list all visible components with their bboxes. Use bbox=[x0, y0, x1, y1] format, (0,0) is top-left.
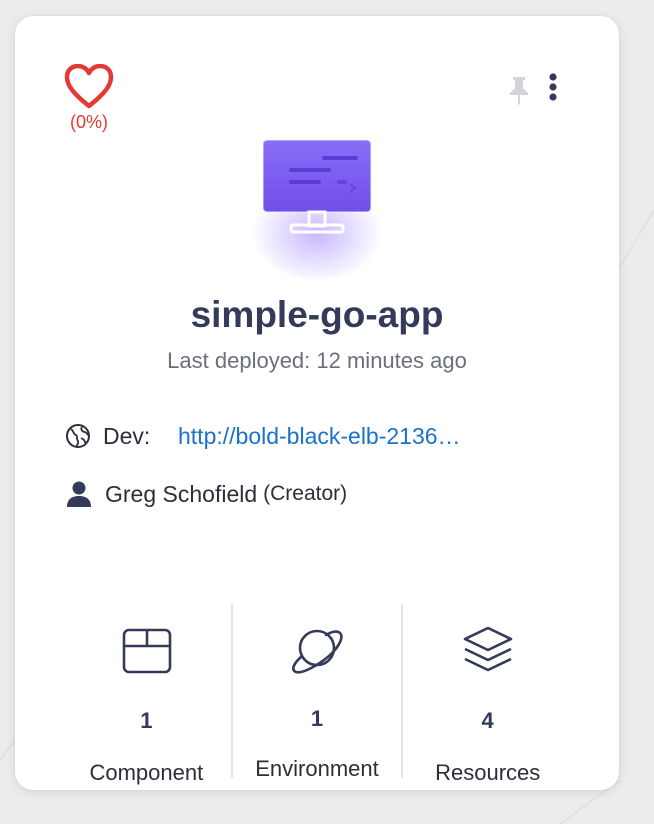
environment-count: 1 bbox=[310, 706, 324, 731]
resource-label: Resources bbox=[435, 760, 541, 785]
pin-icon[interactable] bbox=[505, 74, 533, 106]
heart-icon bbox=[64, 64, 114, 109]
creator-name: Greg Schofield bbox=[105, 480, 258, 507]
last-deployed-text: Last deployed: 12 minutes ago bbox=[167, 348, 467, 373]
component-count: 1 bbox=[140, 708, 153, 733]
health-percent: (0%) bbox=[69, 112, 108, 132]
resource-count: 4 bbox=[481, 708, 494, 733]
environment-row: Dev: http://bold-black-elb-2136… bbox=[65, 421, 585, 451]
stats-row: 1 Component 1 Environment 4 Resources bbox=[62, 604, 572, 785]
health-indicator: (0%) bbox=[61, 64, 117, 133]
globe-icon bbox=[66, 424, 90, 448]
environment-name: Dev: bbox=[103, 422, 151, 449]
stat-environments[interactable]: 1 Environment bbox=[230, 604, 402, 781]
box-icon bbox=[123, 628, 172, 674]
more-options-icon[interactable] bbox=[542, 72, 564, 104]
creator-role: (Creator) bbox=[263, 482, 348, 505]
application-card[interactable]: (0%) simple-go-app Last deployed: 12 min… bbox=[15, 16, 619, 790]
stat-components[interactable]: 1 Component bbox=[62, 604, 231, 785]
environment-url-link[interactable]: http://bold-black-elb-2136… bbox=[178, 423, 461, 450]
monitor-app-icon bbox=[251, 139, 383, 279]
component-label: Component bbox=[89, 760, 204, 785]
creator-row: Greg Schofield (Creator) bbox=[65, 479, 585, 509]
environment-label: Environment bbox=[255, 756, 379, 781]
user-icon bbox=[67, 481, 91, 507]
layers-icon bbox=[463, 626, 512, 672]
planet-icon bbox=[292, 629, 343, 674]
stat-resources[interactable]: 4 Resources bbox=[401, 604, 572, 785]
app-title[interactable]: simple-go-app bbox=[15, 294, 619, 336]
